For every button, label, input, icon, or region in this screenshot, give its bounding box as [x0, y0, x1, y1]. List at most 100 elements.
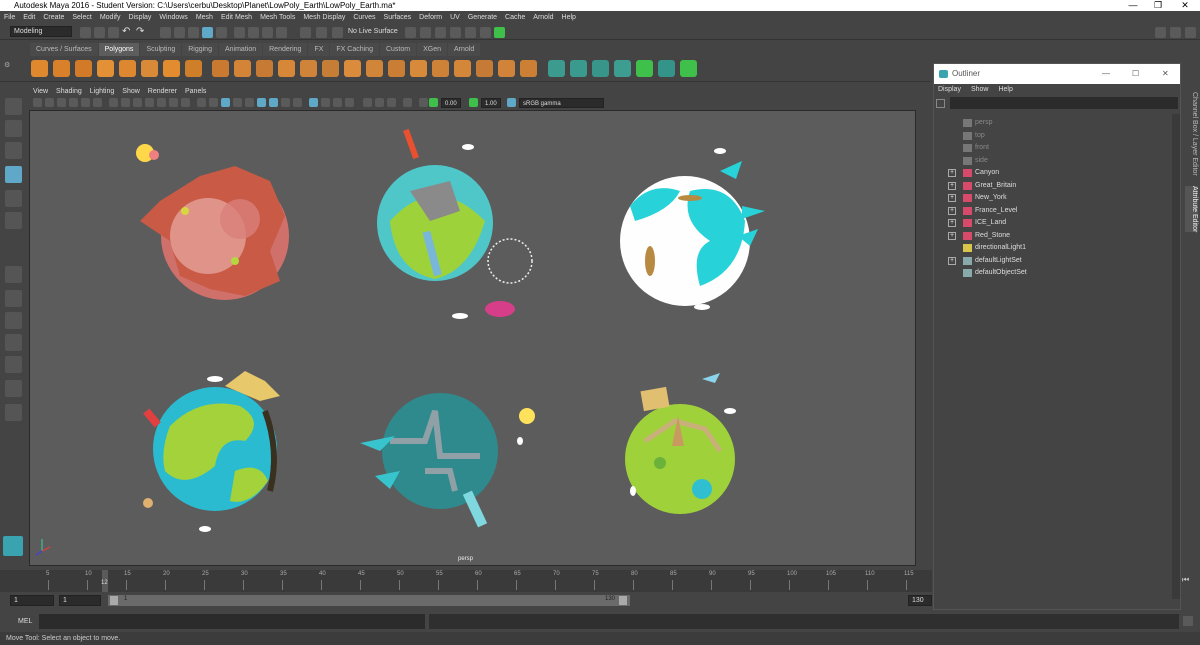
gamma-toggle-icon[interactable]	[469, 98, 478, 107]
outliner-search-input[interactable]	[950, 97, 1178, 109]
channel-box-tab[interactable]: Channel Box / Layer Editor	[1185, 92, 1198, 176]
poly-cube-icon[interactable]	[53, 60, 70, 77]
shelf-tab-arnold[interactable]: Arnold	[448, 43, 481, 56]
outliner-row-top[interactable]: top	[934, 130, 1174, 142]
outliner-maximize-button[interactable]: ☐	[1132, 64, 1139, 84]
multi-cut-icon[interactable]	[432, 60, 449, 77]
persp-outliner-layout-icon[interactable]	[5, 312, 22, 329]
expand-icon[interactable]: +	[948, 231, 956, 240]
view-transform-icon[interactable]	[403, 98, 412, 107]
film-gate-icon[interactable]	[121, 98, 130, 107]
range-bar[interactable]: 1 130	[108, 595, 630, 606]
select-hierarchy-icon[interactable]	[160, 27, 171, 38]
boolean-icon[interactable]	[278, 60, 295, 77]
rotate-tool-icon[interactable]	[5, 190, 22, 207]
outliner-row-persp[interactable]: persp	[934, 117, 1174, 129]
mirror-icon[interactable]	[300, 60, 317, 77]
planet-ice-land[interactable]	[620, 148, 765, 310]
snap-surface-icon[interactable]	[276, 27, 287, 38]
shelf-tab-xgen[interactable]: XGen	[417, 43, 447, 56]
perspective-viewport[interactable]: persp	[29, 110, 916, 566]
undo-icon[interactable]: ↶	[122, 26, 130, 37]
separate-icon[interactable]	[234, 60, 251, 77]
shelf-tab-animation[interactable]: Animation	[218, 43, 263, 56]
menu-create[interactable]: Create	[39, 11, 68, 24]
outliner-menu-help[interactable]: Help	[998, 86, 1012, 93]
outliner-row-defaultobjectset[interactable]: defaultObjectSet	[934, 267, 1174, 279]
panel-menu-show[interactable]: Show	[118, 86, 144, 97]
planet-red-stone[interactable]	[136, 144, 289, 300]
shadows-icon[interactable]	[257, 98, 266, 107]
poly-plane-icon[interactable]	[119, 60, 136, 77]
history-icon[interactable]	[300, 27, 311, 38]
gamma-icon[interactable]	[387, 98, 396, 107]
script-editor-icon[interactable]	[1183, 616, 1193, 626]
poly-pyramid-icon[interactable]	[163, 60, 180, 77]
merge-icon[interactable]	[476, 60, 493, 77]
persp-graph-layout-icon[interactable]	[5, 334, 22, 351]
outliner-menu-display[interactable]: Display	[938, 86, 961, 93]
menu-mesh-tools[interactable]: Mesh Tools	[256, 11, 299, 24]
panel-menu-shading[interactable]: Shading	[52, 86, 86, 97]
planet-great-britain[interactable]	[143, 371, 280, 532]
planet-city-new-york[interactable]	[377, 128, 533, 319]
outliner-row-canyon[interactable]: + Canyon	[934, 167, 1174, 179]
xray-components-icon[interactable]	[345, 98, 354, 107]
resolution-gate-icon[interactable]	[133, 98, 142, 107]
modeling-toolkit-icon[interactable]	[1155, 27, 1166, 38]
scene-end-field[interactable]: 130	[908, 595, 932, 606]
menu-cache[interactable]: Cache	[501, 11, 529, 24]
render-settings-icon[interactable]	[450, 27, 461, 38]
maximize-button[interactable]: ❐	[1145, 0, 1171, 11]
poly-cone-icon[interactable]	[97, 60, 114, 77]
smooth-shade-icon[interactable]	[209, 98, 218, 107]
outliner-row-france-level[interactable]: + France_Level	[934, 205, 1174, 217]
outliner-row-directionallight1[interactable]: directionalLight1	[934, 242, 1174, 254]
single-perspective-layout-icon[interactable]	[5, 266, 22, 283]
more-layouts-icon[interactable]	[5, 404, 22, 421]
target-weld-icon[interactable]	[454, 60, 471, 77]
anti-aliasing-icon[interactable]	[293, 98, 302, 107]
planar-map-icon[interactable]	[548, 60, 565, 77]
menu-deform[interactable]: Deform	[415, 11, 446, 24]
select-object-icon[interactable]	[174, 27, 185, 38]
outliner-row-side[interactable]: side	[934, 155, 1174, 167]
gate-mask-icon[interactable]	[145, 98, 154, 107]
grease-pencil-icon[interactable]	[93, 98, 102, 107]
menu-curves[interactable]: Curves	[349, 11, 379, 24]
smooth-icon[interactable]	[256, 60, 273, 77]
redo-icon[interactable]: ↷	[136, 26, 144, 37]
arnold-ipr-icon[interactable]	[494, 27, 505, 38]
append-polygon-icon[interactable]	[410, 60, 427, 77]
save-scene-icon[interactable]	[108, 27, 119, 38]
menu-surfaces[interactable]: Surfaces	[380, 11, 416, 24]
expand-icon[interactable]: +	[948, 219, 956, 227]
expand-icon[interactable]: +	[948, 256, 956, 265]
wireframe-on-shaded-icon[interactable]	[221, 98, 230, 107]
menu-help[interactable]: Help	[558, 11, 580, 24]
textured-icon[interactable]	[233, 98, 242, 107]
color-management-toggle-icon[interactable]	[507, 98, 516, 107]
menu-arnold[interactable]: Arnold	[529, 11, 557, 24]
ipr-render-icon[interactable]	[435, 27, 446, 38]
uv-editor-icon[interactable]	[636, 60, 653, 77]
close-window-button[interactable]: ✕	[1172, 0, 1198, 11]
paint-select-tool-icon[interactable]	[5, 142, 22, 159]
range-end-handle[interactable]	[619, 596, 627, 605]
magnet-icon[interactable]	[332, 27, 343, 38]
isolate-select-icon[interactable]	[309, 98, 318, 107]
shelf-tab-fx[interactable]: FX	[308, 43, 330, 56]
exposure-field[interactable]: 0.00	[441, 98, 461, 108]
shelf-tab-rigging[interactable]: Rigging	[182, 43, 218, 56]
camera-lock-icon[interactable]	[363, 98, 372, 107]
cylindrical-map-icon[interactable]	[570, 60, 587, 77]
shelf-tab-polygons[interactable]: Polygons	[98, 43, 140, 56]
panel-menu-panels[interactable]: Panels	[181, 86, 210, 97]
time-slider[interactable]: 5 10 15 20 25 30 35 40 45 50 55 60 65 70 75 80 85 90 95 100…	[0, 570, 932, 592]
quad-draw-icon[interactable]	[498, 60, 515, 77]
snap-point-icon[interactable]	[248, 27, 259, 38]
camera-attributes-icon[interactable]	[45, 98, 54, 107]
minimize-button[interactable]: —	[1120, 0, 1146, 11]
expand-icon[interactable]: +	[948, 169, 956, 177]
cut-uv-icon[interactable]	[658, 60, 675, 77]
